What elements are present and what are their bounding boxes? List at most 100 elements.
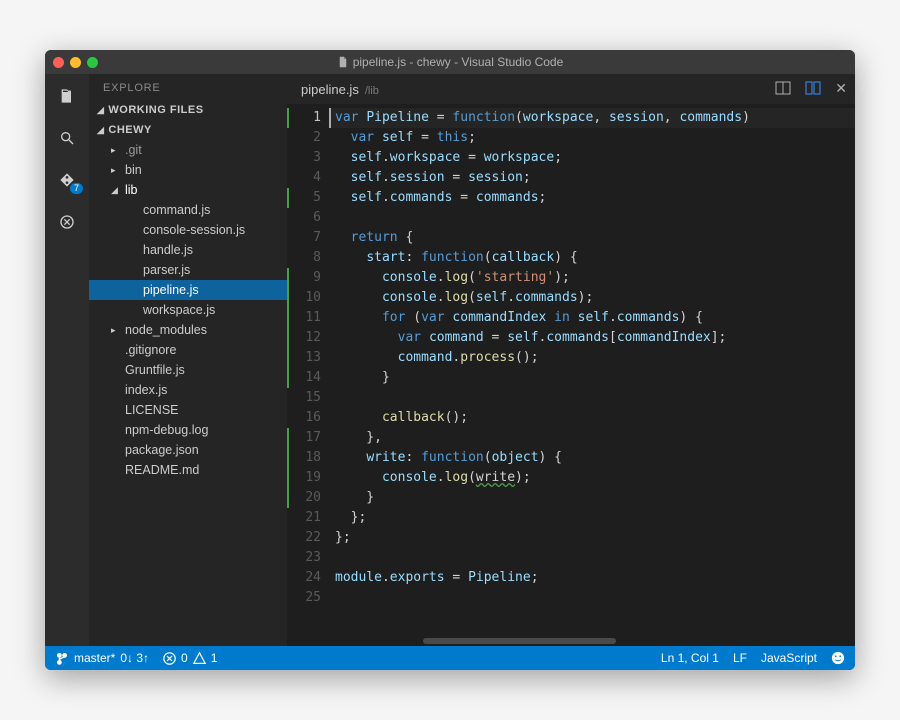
tree-item-label: workspace.js <box>143 303 215 317</box>
tree-item-label: index.js <box>125 383 167 397</box>
close-editor-icon[interactable]: ✕ <box>835 80 847 99</box>
split-editor-icon[interactable] <box>775 80 791 99</box>
status-language[interactable]: JavaScript <box>761 651 817 665</box>
tab-pipeline[interactable]: pipeline.js /lib <box>295 82 385 97</box>
status-cursor[interactable]: Ln 1, Col 1 <box>661 651 719 665</box>
code-line[interactable] <box>335 388 855 408</box>
code-line[interactable]: var command = self.commands[commandIndex… <box>335 328 855 348</box>
tree-item-handle-js[interactable]: handle.js <box>89 240 287 260</box>
tree-item-index-js[interactable]: index.js <box>89 380 287 400</box>
close-window-button[interactable] <box>53 57 64 68</box>
code-line[interactable]: } <box>335 368 855 388</box>
branch-name: master* <box>74 651 115 665</box>
tree-item--git[interactable]: ▸.git <box>89 140 287 160</box>
tree-item-package-json[interactable]: package.json <box>89 440 287 460</box>
error-icon <box>163 652 176 665</box>
git-badge: 7 <box>70 183 83 194</box>
tree-item-label: node_modules <box>125 323 207 337</box>
scrollbar-thumb[interactable] <box>423 638 616 644</box>
tree-item-lib[interactable]: ◢ lib <box>89 180 287 200</box>
line-number: 15 <box>287 388 321 408</box>
chevron-icon: ◢ <box>111 185 121 196</box>
chevron-icon: ▸ <box>111 165 121 176</box>
line-gutter: 1234567891011121314151617181920212223242… <box>287 104 329 636</box>
code-line[interactable]: var self = this; <box>335 128 855 148</box>
tree-item-parser-js[interactable]: parser.js <box>89 260 287 280</box>
warning-count: 1 <box>211 651 218 665</box>
line-number: 7 <box>287 228 321 248</box>
tree-item--gitignore[interactable]: .gitignore <box>89 340 287 360</box>
tree-item-command-js[interactable]: command.js <box>89 200 287 220</box>
tree-item-console-session-js[interactable]: console-session.js <box>89 220 287 240</box>
tree-item-label: handle.js <box>143 243 193 257</box>
code-line[interactable]: self.workspace = workspace; <box>335 148 855 168</box>
tree-item-node-modules[interactable]: ▸ node_modules <box>89 320 287 340</box>
chevron-down-icon: ◢ <box>97 125 104 136</box>
line-number: 24 <box>287 568 321 588</box>
tree-item-label: lib <box>125 183 138 197</box>
explorer-icon[interactable] <box>55 84 79 108</box>
feedback-icon[interactable] <box>831 651 845 665</box>
sync-status: 0↓ 3↑ <box>120 651 149 665</box>
line-number: 1 <box>287 108 321 128</box>
code-line[interactable]: }; <box>335 528 855 548</box>
code-line[interactable]: }, <box>335 428 855 448</box>
working-files-section[interactable]: ◢ WORKING FILES <box>89 100 287 120</box>
status-problems[interactable]: 0 1 <box>163 651 217 665</box>
code-line[interactable]: }; <box>335 508 855 528</box>
line-number: 8 <box>287 248 321 268</box>
code-line[interactable]: self.commands = commands; <box>335 188 855 208</box>
code-line[interactable]: for (var commandIndex in self.commands) … <box>335 308 855 328</box>
tree-item-npm-debug-log[interactable]: npm-debug.log <box>89 420 287 440</box>
code-content[interactable]: var Pipeline = function(workspace, sessi… <box>329 104 855 636</box>
tree-item-label: console-session.js <box>143 223 245 237</box>
code-line[interactable] <box>335 588 855 608</box>
code-line[interactable]: start: function(callback) { <box>335 248 855 268</box>
tree-item-readme-md[interactable]: README.md <box>89 460 287 480</box>
tree-item-bin[interactable]: ▸bin <box>89 160 287 180</box>
code-line[interactable]: return { <box>335 228 855 248</box>
line-number: 17 <box>287 428 321 448</box>
debug-icon[interactable] <box>55 210 79 234</box>
line-number: 9 <box>287 268 321 288</box>
tree-item-license[interactable]: LICENSE <box>89 400 287 420</box>
minimize-window-button[interactable] <box>70 57 81 68</box>
code-line[interactable]: self.session = session; <box>335 168 855 188</box>
code-line[interactable] <box>335 548 855 568</box>
error-count: 0 <box>181 651 188 665</box>
tree-item-gruntfile-js[interactable]: Gruntfile.js <box>89 360 287 380</box>
line-number: 22 <box>287 528 321 548</box>
code-line[interactable]: module.exports = Pipeline; <box>335 568 855 588</box>
chevron-icon: ▸ <box>111 145 121 156</box>
status-eol[interactable]: LF <box>733 651 747 665</box>
code-line[interactable]: write: function(object) { <box>335 448 855 468</box>
app-window: pipeline.js - chewy - Visual Studio Code… <box>45 50 855 670</box>
code-line[interactable]: callback(); <box>335 408 855 428</box>
tab-path: /lib <box>365 85 379 97</box>
horizontal-scrollbar[interactable] <box>287 636 855 646</box>
tree-item-label: .gitignore <box>125 343 176 357</box>
workbench: 7 EXPLORE ◢ WORKING FILES ◢ CHEWY ▸.git▸… <box>45 74 855 646</box>
code-line[interactable] <box>335 208 855 228</box>
code-line[interactable]: console.log(write); <box>335 468 855 488</box>
project-section[interactable]: ◢ CHEWY <box>89 120 287 140</box>
code-line[interactable]: var Pipeline = function(workspace, sessi… <box>329 108 855 128</box>
tree-item-workspace-js[interactable]: workspace.js <box>89 300 287 320</box>
line-number: 25 <box>287 588 321 608</box>
maximize-window-button[interactable] <box>87 57 98 68</box>
line-number: 14 <box>287 368 321 388</box>
tree-item-pipeline-js[interactable]: pipeline.js <box>89 280 287 300</box>
git-icon[interactable]: 7 <box>55 168 79 192</box>
code-line[interactable]: } <box>335 488 855 508</box>
status-branch[interactable]: master* 0↓ 3↑ <box>55 651 149 665</box>
code-area[interactable]: 1234567891011121314151617181920212223242… <box>287 104 855 636</box>
file-icon <box>337 56 349 68</box>
editor-group: pipeline.js /lib ✕ 123456789101112131415… <box>287 74 855 646</box>
code-line[interactable]: console.log(self.commands); <box>335 288 855 308</box>
code-line[interactable]: command.process(); <box>335 348 855 368</box>
chevron-icon: ▸ <box>111 325 121 336</box>
open-changes-icon[interactable] <box>805 80 821 99</box>
code-line[interactable]: console.log('starting'); <box>335 268 855 288</box>
line-number: 21 <box>287 508 321 528</box>
search-icon[interactable] <box>55 126 79 150</box>
